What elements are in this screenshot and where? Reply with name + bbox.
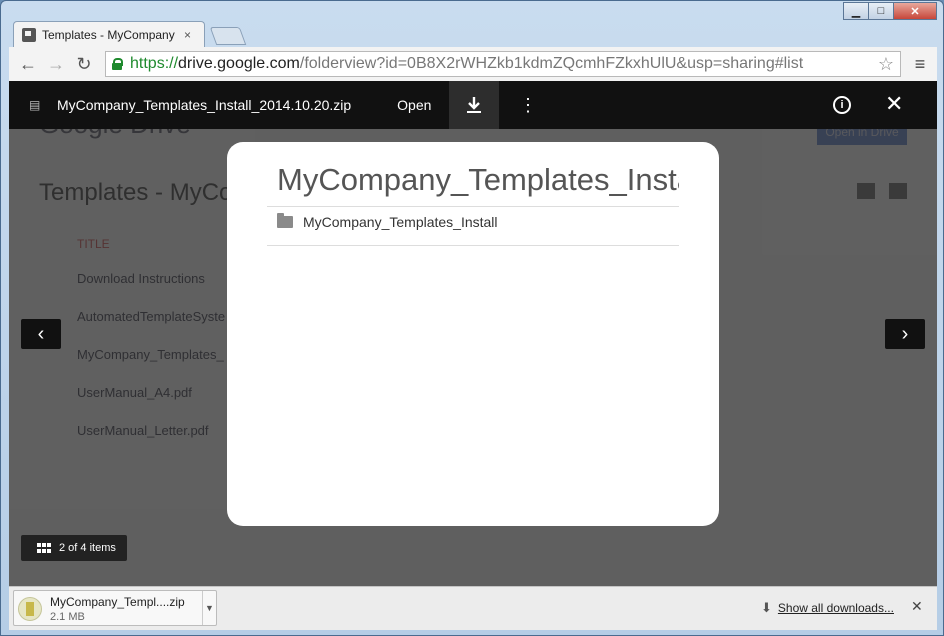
folder-label: MyCompany_Templates_Install bbox=[303, 214, 498, 230]
drive-favicon-icon bbox=[22, 27, 36, 42]
archive-title: MyCompany_Templates_Install bbox=[277, 162, 679, 197]
archive-folder-row[interactable]: MyCompany_Templates_Install bbox=[277, 213, 498, 230]
divider bbox=[267, 206, 679, 207]
more-options-icon[interactable]: ⋮ bbox=[519, 95, 537, 116]
chevron-down-icon[interactable]: ▼ bbox=[202, 591, 216, 625]
bookmark-star-icon[interactable]: ☆ bbox=[878, 54, 894, 75]
download-size: 2.1 MB bbox=[50, 611, 85, 623]
folder-heading: Templates - MyCo bbox=[39, 179, 233, 206]
lock-icon bbox=[112, 58, 123, 70]
show-all-downloads[interactable]: ⬇ Show all downloads... bbox=[761, 600, 894, 616]
zip-file-icon: ▤ bbox=[29, 98, 41, 112]
forward-arrow-icon[interactable]: → bbox=[43, 51, 69, 77]
url-text: https://drive.google.com/folderview?id=0… bbox=[130, 55, 872, 73]
download-icon bbox=[467, 97, 481, 113]
divider bbox=[267, 245, 679, 246]
tab-title: Templates - MyCompany bbox=[42, 27, 175, 42]
file-row: UserManual_Letter.pdf bbox=[77, 423, 209, 438]
viewer-topbar: ▤ MyCompany_Templates_Install_2014.10.20… bbox=[9, 81, 937, 129]
maximize-button[interactable]: □ bbox=[868, 2, 894, 20]
minimize-button[interactable]: ▁ bbox=[843, 2, 869, 20]
browser-window: ▁ □ ✕ Templates - MyCompany × ← → ↻ http… bbox=[0, 0, 944, 636]
download-filename: MyCompany_Templ....zip bbox=[50, 595, 185, 609]
item-counter[interactable]: 2 of 4 items bbox=[21, 535, 127, 561]
browser-tab[interactable]: Templates - MyCompany × bbox=[13, 21, 205, 47]
open-button[interactable]: Open bbox=[397, 97, 431, 113]
item-counter-label: 2 of 4 items bbox=[59, 542, 116, 554]
next-item-button[interactable]: › bbox=[885, 319, 925, 349]
file-row: AutomatedTemplateSyste bbox=[77, 309, 226, 324]
url-scheme: https:// bbox=[130, 55, 179, 72]
grid-icon bbox=[37, 543, 51, 553]
zip-preview-card: MyCompany_Templates_Install MyCompany_Te… bbox=[227, 142, 719, 526]
file-row: MyCompany_Templates_ bbox=[77, 347, 224, 362]
viewer-filename: MyCompany_Templates_Install_2014.10.20.z… bbox=[57, 97, 352, 113]
tab-close-icon[interactable]: × bbox=[184, 28, 191, 42]
file-row: UserManual_A4.pdf bbox=[77, 385, 192, 400]
view-toggle-icons bbox=[857, 183, 907, 199]
reload-icon[interactable]: ↻ bbox=[71, 51, 97, 77]
address-bar[interactable]: https://drive.google.com/folderview?id=0… bbox=[105, 51, 901, 77]
close-viewer-icon[interactable]: ✕ bbox=[885, 91, 903, 117]
grid-view-icon bbox=[889, 183, 907, 199]
url-host: drive.google.com bbox=[178, 55, 300, 72]
title-column-header: TITLE bbox=[77, 237, 110, 251]
window-controls: ▁ □ ✕ bbox=[843, 2, 937, 20]
zip-archive-icon bbox=[18, 597, 42, 621]
download-arrow-icon: ⬇ bbox=[761, 600, 772, 615]
download-button[interactable] bbox=[449, 81, 499, 129]
list-view-icon bbox=[857, 183, 875, 199]
page-viewport: Google Drive Open in Drive Templates - M… bbox=[9, 81, 937, 586]
show-all-downloads-link[interactable]: Show all downloads... bbox=[778, 601, 894, 615]
url-path: /folderview?id=0B8X2rWHZkb1kdmZQcmhFZkxh… bbox=[299, 55, 804, 72]
download-item[interactable]: MyCompany_Templ....zip 2.1 MB ▼ bbox=[13, 590, 217, 626]
window-close-button[interactable]: ✕ bbox=[893, 2, 937, 20]
folder-icon bbox=[277, 213, 293, 228]
download-shelf: MyCompany_Templ....zip 2.1 MB ▼ ⬇ Show a… bbox=[9, 586, 937, 630]
back-arrow-icon[interactable]: ← bbox=[15, 51, 41, 77]
info-icon[interactable]: i bbox=[833, 96, 851, 114]
file-row: Download Instructions bbox=[77, 271, 205, 286]
hamburger-menu-icon[interactable]: ≡ bbox=[909, 54, 931, 75]
new-tab-button[interactable] bbox=[209, 27, 247, 45]
close-shelf-icon[interactable]: ✕ bbox=[911, 598, 923, 615]
browser-toolbar: ← → ↻ https://drive.google.com/foldervie… bbox=[9, 47, 937, 81]
previous-item-button[interactable]: ‹ bbox=[21, 319, 61, 349]
